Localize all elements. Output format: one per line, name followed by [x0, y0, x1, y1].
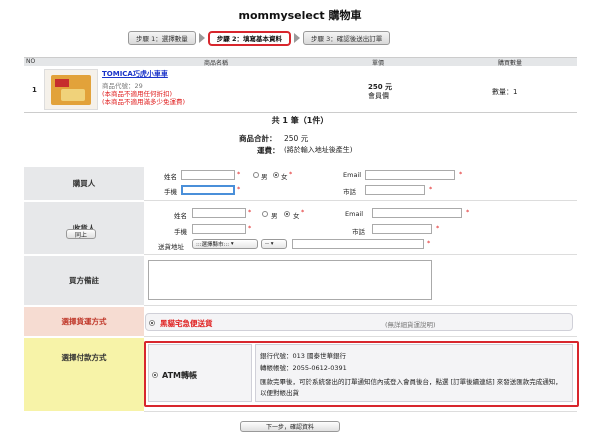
product-note-shipping: (本商品不適用滿多少免運費) — [102, 98, 186, 106]
required-mark: * — [459, 170, 463, 178]
shipping-label: 運費： — [257, 146, 280, 155]
district-select[interactable]: -- ▾ — [261, 239, 287, 249]
recipient-name-label: 姓名 — [174, 212, 187, 220]
required-mark: * — [301, 208, 305, 216]
chevron-down-icon: ▾ — [270, 241, 274, 247]
buyer-phone-input[interactable] — [365, 185, 425, 195]
bank-account: 轉帳帳號：2055-0612-0391 — [260, 364, 347, 372]
recipient-phone-input[interactable] — [372, 224, 432, 234]
buyer-email-label: Email — [343, 171, 362, 179]
shipping-method-label: 選擇貨運方式 — [24, 307, 144, 337]
chevron-down-icon: ▾ — [230, 241, 234, 247]
recipient-gender-male-label: 男 — [271, 212, 278, 220]
step-indicator: 步驟 1：選擇數量 步驟 2：填寫基本資料 步驟 3：確認後送出訂單 — [128, 30, 474, 46]
required-mark: * — [289, 170, 293, 178]
shipping-radio[interactable] — [149, 320, 155, 326]
row-no: 1 — [32, 86, 37, 94]
arrow-right-icon — [198, 33, 205, 43]
buyer-gender-female-radio[interactable] — [273, 172, 279, 178]
recipient-phone-label: 市話 — [352, 228, 365, 236]
payment-option-label: ATM轉帳 — [162, 371, 197, 380]
required-mark: * — [427, 239, 431, 247]
product-name-link[interactable]: TOMICA巧虎小車車 — [102, 69, 168, 79]
recipient-mobile-label: 手機 — [174, 228, 187, 236]
required-mark: * — [429, 185, 433, 193]
recipient-email-label: Email — [345, 210, 364, 218]
payment-radio[interactable] — [152, 372, 158, 378]
step-3: 步驟 3：確認後送出訂單 — [303, 31, 391, 45]
buyer-name-label: 姓名 — [164, 173, 177, 181]
page-title: mommyselect 購物車 — [238, 9, 362, 22]
shipping-option-label: 黑貓宅急便送貨 — [160, 319, 213, 328]
next-step-button[interactable]: 下一步，確認資料 — [240, 421, 340, 432]
payment-method-label: 選擇付款方式 — [24, 338, 144, 412]
city-select[interactable]: :::選擇縣市::: ▾ — [192, 239, 258, 249]
required-mark: * — [466, 208, 470, 216]
product-thumbnail[interactable] — [44, 69, 98, 110]
required-mark: * — [248, 208, 252, 216]
price-type: 會員價 — [368, 92, 389, 100]
address-input[interactable] — [292, 239, 424, 249]
buyer-gender-male-label: 男 — [261, 173, 268, 181]
note-section-label: 買方備註 — [24, 256, 144, 306]
recipient-mobile-input[interactable] — [192, 224, 246, 234]
step-2-active: 步驟 2：填寫基本資料 — [207, 30, 291, 46]
bank-code: 銀行代號：013 國泰世華銀行 — [260, 352, 346, 360]
required-mark: * — [237, 170, 241, 178]
payment-instructions: 匯款完畢後，可於系統發出的訂單通知信內或登入會員後台，點選 [訂單後續連結] 來… — [260, 378, 562, 397]
buyer-gender-male-radio[interactable] — [253, 172, 259, 178]
recipient-name-input[interactable] — [192, 208, 246, 218]
buyer-name-input[interactable] — [181, 170, 235, 180]
total-label: 商品合計： — [239, 134, 277, 143]
arrow-right-icon — [294, 33, 300, 43]
recipient-email-input[interactable] — [372, 208, 462, 218]
required-mark: * — [436, 224, 440, 232]
step-1: 步驟 1：選擇數量 — [128, 31, 196, 45]
buyer-gender-female-label: 女 — [281, 173, 288, 181]
address-label: 送貨地址 — [158, 243, 184, 251]
order-table-header: NO 商品名稱 單價 購買數量 — [24, 57, 577, 67]
buyer-note-textarea[interactable] — [148, 260, 432, 300]
recipient-gender-female-radio[interactable] — [284, 211, 290, 217]
quantity: 數量：1 — [492, 88, 518, 96]
order-count: 共 1 筆（1件） — [271, 116, 329, 125]
recipient-gender-female-label: 女 — [293, 212, 300, 220]
recipient-gender-male-radio[interactable] — [262, 211, 268, 217]
buyer-section-label: 購買人 — [24, 167, 144, 201]
buyer-email-input[interactable] — [365, 170, 455, 180]
total-value: 250 元 — [284, 134, 309, 143]
header-no: NO — [26, 58, 36, 65]
buyer-mobile-label: 手機 — [164, 188, 177, 196]
buyer-mobile-input[interactable] — [181, 185, 235, 195]
required-mark: * — [248, 224, 252, 232]
same-as-buyer-button[interactable]: 同上 — [66, 229, 96, 239]
buyer-phone-label: 市話 — [343, 188, 356, 196]
shipping-value: (將於輸入地址後產生) — [284, 146, 353, 154]
shipping-option-desc: (無詳細貨運說明) — [385, 321, 436, 329]
required-mark: * — [237, 185, 241, 193]
